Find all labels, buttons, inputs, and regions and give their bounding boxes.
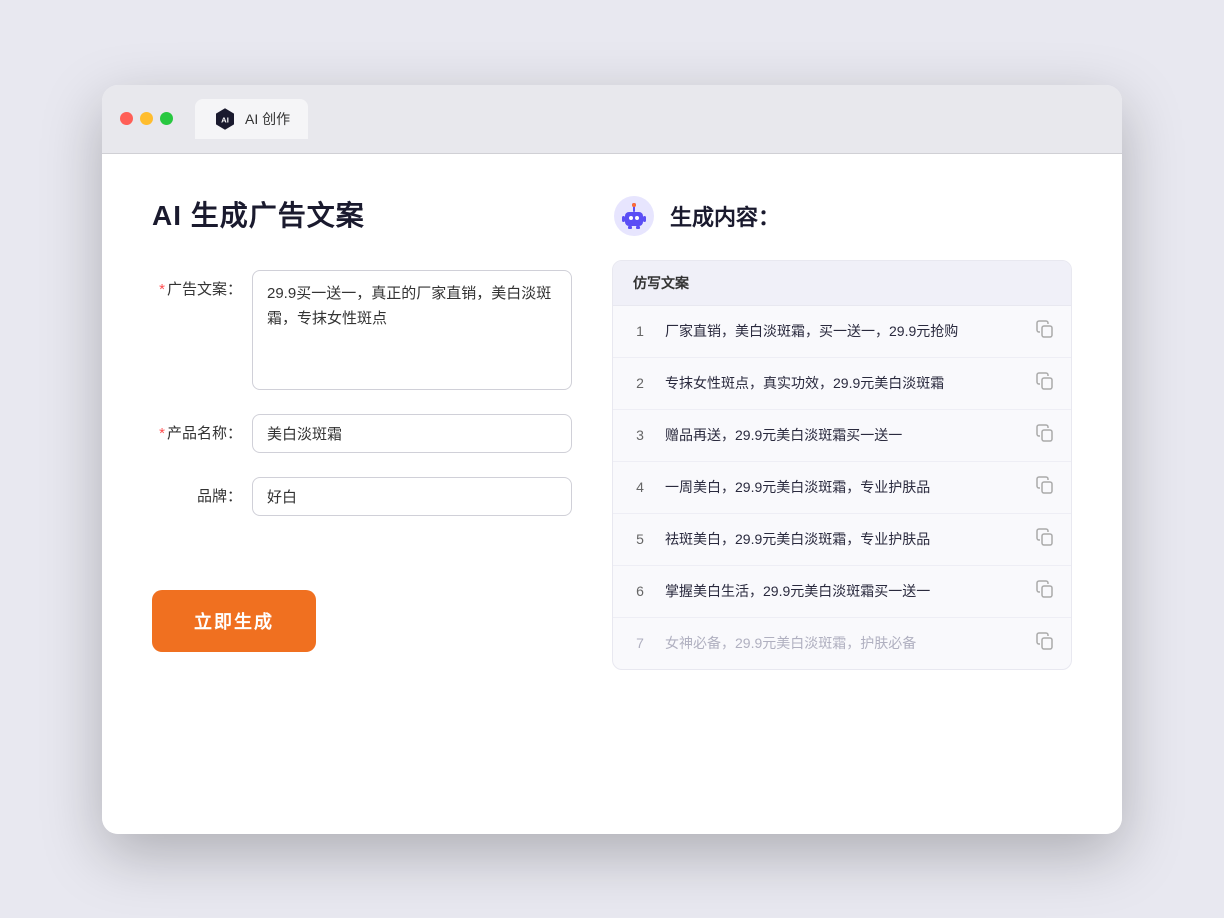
ai-tab-icon: AI <box>213 107 237 131</box>
browser-tab[interactable]: AI AI 创作 <box>195 99 308 139</box>
minimize-button[interactable] <box>140 112 153 125</box>
result-title: 生成内容： <box>670 200 780 232</box>
result-text: 掌握美白生活，29.9元美白淡斑霜买一送一 <box>665 581 1021 602</box>
brand-label: 品牌： <box>152 477 242 506</box>
generate-button[interactable]: 立即生成 <box>152 590 316 652</box>
left-panel: AI 生成广告文案 *广告文案： 29.9买一送一，真正的厂家直销，美白淡斑霜，… <box>152 194 572 784</box>
result-text: 一周美白，29.9元美白淡斑霜，专业护肤品 <box>665 477 1021 498</box>
close-button[interactable] <box>120 112 133 125</box>
row-number: 5 <box>629 531 651 547</box>
row-number: 4 <box>629 479 651 495</box>
page-title: AI 生成广告文案 <box>152 194 572 234</box>
right-panel: 生成内容： 仿写文案 1 厂家直销，美白淡斑霜，买一送一，29.9元抢购 2 专抹女… <box>612 194 1072 784</box>
copy-icon[interactable] <box>1035 319 1055 344</box>
table-row: 5 祛斑美白，29.9元美白淡斑霜，专业护肤品 <box>613 514 1071 566</box>
row-number: 2 <box>629 375 651 391</box>
copy-icon[interactable] <box>1035 475 1055 500</box>
table-row: 7 女神必备，29.9元美白淡斑霜，护肤必备 <box>613 618 1071 669</box>
maximize-button[interactable] <box>160 112 173 125</box>
brand-group: 品牌： <box>152 477 572 516</box>
result-text: 赠品再送，29.9元美白淡斑霜买一送一 <box>665 425 1021 446</box>
results-list: 1 厂家直销，美白淡斑霜，买一送一，29.9元抢购 2 专抹女性斑点，真实功效，29… <box>613 306 1071 669</box>
traffic-lights <box>120 112 173 125</box>
titlebar: AI AI 创作 <box>102 85 1122 154</box>
product-name-group: *产品名称： <box>152 414 572 453</box>
product-name-label: *产品名称： <box>152 414 242 443</box>
required-star-1: * <box>159 281 165 298</box>
result-table: 仿写文案 1 厂家直销，美白淡斑霜，买一送一，29.9元抢购 2 专抹女性斑点，真实… <box>612 260 1072 670</box>
robot-icon <box>612 194 656 238</box>
result-header: 生成内容： <box>612 194 1072 238</box>
copy-icon[interactable] <box>1035 371 1055 396</box>
ad-copy-group: *广告文案： 29.9买一送一，真正的厂家直销，美白淡斑霜，专抹女性斑点 <box>152 270 572 390</box>
row-number: 7 <box>629 635 651 651</box>
result-text: 专抹女性斑点，真实功效，29.9元美白淡斑霜 <box>665 373 1021 394</box>
product-name-input[interactable] <box>252 414 572 453</box>
result-text: 女神必备，29.9元美白淡斑霜，护肤必备 <box>665 633 1021 654</box>
table-row: 1 厂家直销，美白淡斑霜，买一送一，29.9元抢购 <box>613 306 1071 358</box>
result-text: 祛斑美白，29.9元美白淡斑霜，专业护肤品 <box>665 529 1021 550</box>
ad-copy-input[interactable]: 29.9买一送一，真正的厂家直销，美白淡斑霜，专抹女性斑点 <box>252 270 572 390</box>
brand-input[interactable] <box>252 477 572 516</box>
table-row: 6 掌握美白生活，29.9元美白淡斑霜买一送一 <box>613 566 1071 618</box>
svg-text:AI: AI <box>221 115 229 124</box>
row-number: 3 <box>629 427 651 443</box>
ad-copy-label: *广告文案： <box>152 270 242 299</box>
copy-icon[interactable] <box>1035 423 1055 448</box>
table-row: 3 赠品再送，29.9元美白淡斑霜买一送一 <box>613 410 1071 462</box>
copy-icon[interactable] <box>1035 631 1055 656</box>
table-header: 仿写文案 <box>613 261 1071 306</box>
main-content: AI 生成广告文案 *广告文案： 29.9买一送一，真正的厂家直销，美白淡斑霜，… <box>102 154 1122 834</box>
result-text: 厂家直销，美白淡斑霜，买一送一，29.9元抢购 <box>665 321 1021 342</box>
table-row: 4 一周美白，29.9元美白淡斑霜，专业护肤品 <box>613 462 1071 514</box>
browser-window: AI AI 创作 AI 生成广告文案 *广告文案： 29.9买一送一，真正的厂家… <box>102 85 1122 834</box>
table-row: 2 专抹女性斑点，真实功效，29.9元美白淡斑霜 <box>613 358 1071 410</box>
required-star-2: * <box>159 425 165 442</box>
copy-icon[interactable] <box>1035 579 1055 604</box>
copy-icon[interactable] <box>1035 527 1055 552</box>
row-number: 1 <box>629 323 651 339</box>
tab-title: AI 创作 <box>245 109 290 129</box>
row-number: 6 <box>629 583 651 599</box>
